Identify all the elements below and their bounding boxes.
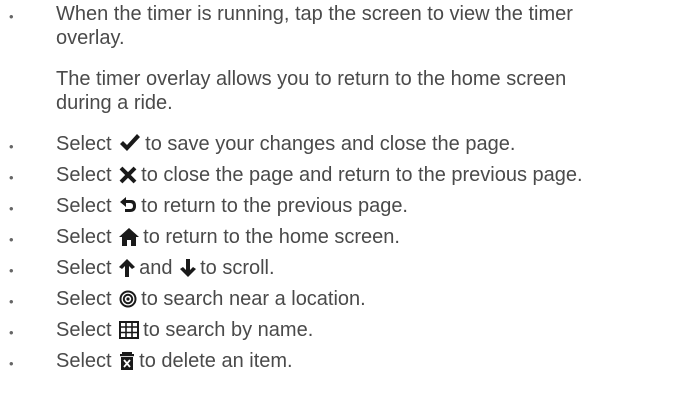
- item-post: to close the page and return to the prev…: [141, 164, 583, 186]
- item-post: to save your changes and close the page.: [145, 133, 516, 155]
- home-icon: [119, 228, 140, 246]
- bullet: •: [9, 356, 14, 371]
- item-pre: Select: [56, 288, 112, 310]
- target-icon: [119, 290, 137, 308]
- bullet: •: [9, 325, 14, 340]
- item-pre: Select: [56, 133, 112, 155]
- bullet: •: [9, 232, 14, 247]
- item-post: to search near a location.: [141, 288, 366, 310]
- paragraph-line1: The timer overlay allows you to return t…: [56, 68, 567, 90]
- up-arrow-icon: [119, 259, 136, 277]
- item-pre: Select: [56, 257, 112, 279]
- back-arrow-icon: [119, 197, 137, 215]
- checkmark-icon: [119, 133, 141, 153]
- item-pre: Select: [56, 195, 112, 217]
- bullet: •: [9, 9, 14, 24]
- bullet: •: [9, 263, 14, 278]
- item-post: to search by name.: [143, 319, 314, 341]
- close-x-icon: [119, 166, 137, 184]
- down-arrow-icon: [180, 259, 197, 277]
- item-text-line2: overlay.: [56, 27, 125, 49]
- bullet: •: [9, 170, 14, 185]
- bullet: •: [9, 201, 14, 216]
- trash-delete-icon: [119, 352, 135, 370]
- item-pre: Select: [56, 164, 112, 186]
- item-pre: Select: [56, 350, 112, 372]
- bullet: •: [9, 139, 14, 154]
- item-post: to scroll.: [200, 257, 275, 279]
- item-post: to return to the home screen.: [143, 226, 400, 248]
- bullet: •: [9, 294, 14, 309]
- item-post: to return to the previous page.: [141, 195, 408, 217]
- item-pre: Select: [56, 319, 112, 341]
- item-pre: Select: [56, 226, 112, 248]
- paragraph-line2: during a ride.: [56, 92, 173, 114]
- item-post: to delete an item.: [139, 350, 293, 372]
- keyboard-grid-icon: [119, 321, 140, 339]
- item-mid: and: [139, 257, 173, 279]
- item-text-line1: When the timer is running, tap the scree…: [56, 3, 573, 25]
